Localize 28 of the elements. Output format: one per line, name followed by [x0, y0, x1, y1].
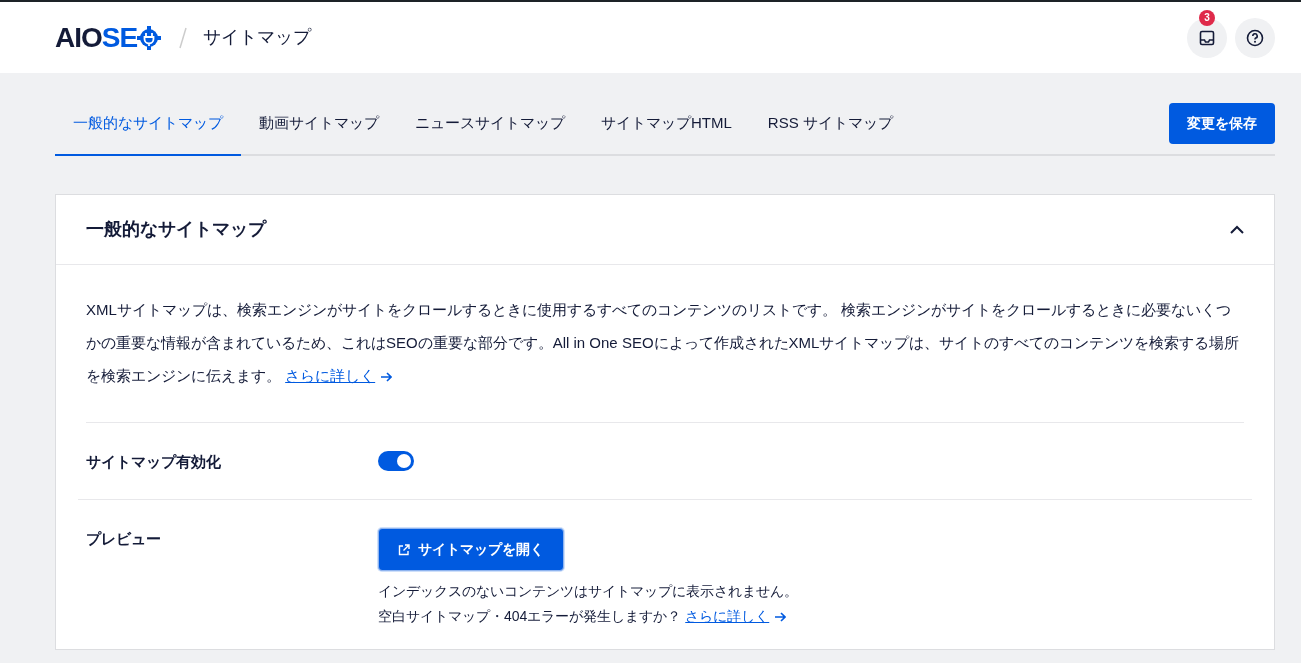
- notification-count-badge: 3: [1199, 9, 1215, 26]
- logo: AIOSE: [55, 23, 162, 52]
- help-text: インデックスのないコンテンツはサイトマップに表示されません。: [378, 582, 798, 601]
- description-text: XMLサイトマップは、検索エンジンがサイトをクロールするときに使用するすべてのコンテンツのリストです。 検索エンジンがサイトをクロールするときに必要ないくつかの重要な情報が含まれているため、これはSEOの重要な部分です。All in One SEOによって作成されたXMLサイトマップは、サイトのすべてのコンテンツを検索する場所を検索エンジンに伝えます。 さらに詳しく: [85, 299, 1241, 386]
- toggle-switch[interactable]: [378, 450, 414, 471]
- tab[interactable]: RSS サイトマップ: [749, 100, 911, 156]
- help-icon: [1246, 28, 1264, 47]
- tab[interactable]: ニュースサイトマップ: [397, 100, 583, 156]
- learn-more-link[interactable]: さらに詳しく: [285, 366, 376, 384]
- setting-label: サイトマップ有効化: [86, 451, 222, 472]
- divider-slash-icon: [179, 26, 188, 49]
- help-button[interactable]: [1235, 17, 1275, 58]
- save-button[interactable]: 変更を保存: [1169, 102, 1275, 144]
- chevron-up-icon[interactable]: [1230, 224, 1244, 234]
- inbox-icon: [1199, 29, 1215, 46]
- breadcrumb-title: サイトマップ: [203, 26, 312, 49]
- learn-more-link[interactable]: さらに詳しく: [685, 608, 770, 624]
- arrow-right-icon: [380, 370, 393, 383]
- tab[interactable]: 一般的なサイトマップ: [55, 100, 241, 156]
- tab[interactable]: 動画サイトマップ: [241, 100, 397, 156]
- tab[interactable]: サイトマップHTML: [583, 100, 750, 156]
- help-text: 空白サイトマップ・404エラーが発生しますか？ さらに詳しく: [378, 604, 798, 629]
- setting-label: プレビュー: [86, 529, 162, 549]
- gear-icon: [137, 25, 162, 50]
- open-sitemap-button[interactable]: サイトマップを開く: [378, 528, 564, 571]
- external-link-icon: [398, 543, 410, 556]
- arrow-right-icon: [774, 611, 787, 624]
- panel-title: 一般的なサイトマップ: [86, 217, 266, 241]
